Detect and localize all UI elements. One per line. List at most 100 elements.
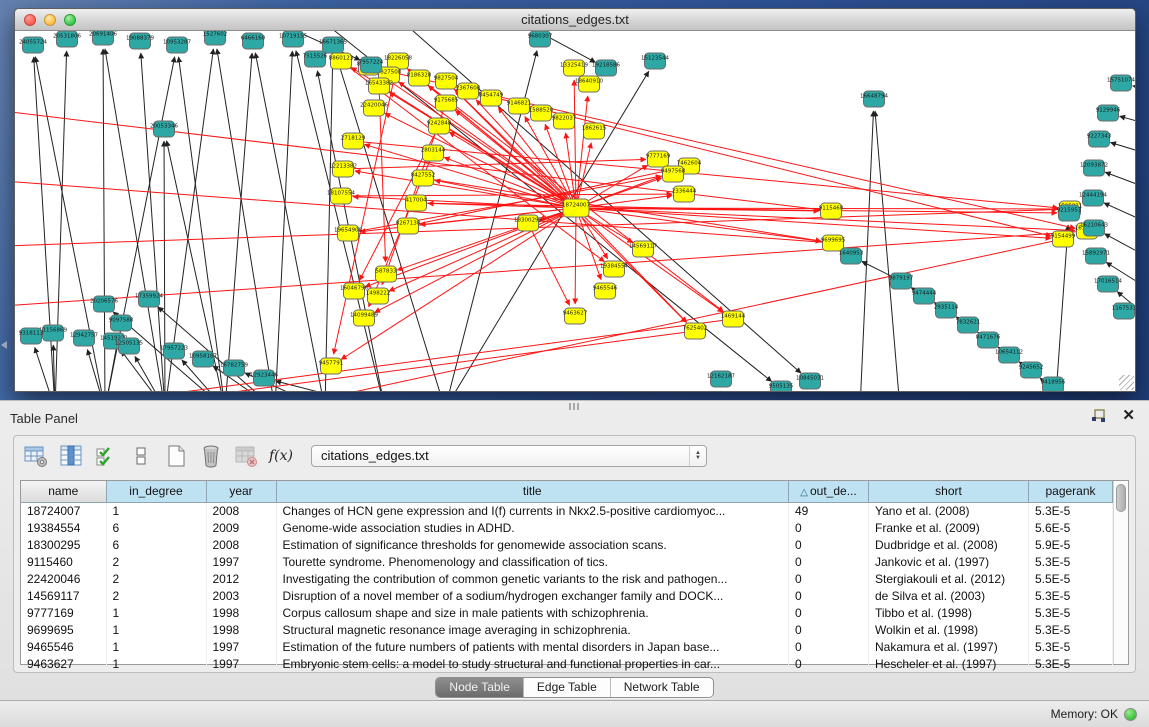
table-selector-dropdown[interactable]: citations_edges.txt ▲▼	[311, 445, 707, 467]
table-settings-icon[interactable]	[23, 443, 49, 469]
table-row[interactable]: 911546021997Tourette syndrome. Phenomeno…	[21, 553, 1113, 570]
edge[interactable]	[875, 111, 900, 391]
row-options-icon[interactable]	[128, 443, 154, 469]
graph-node[interactable]: 9227343	[1087, 131, 1112, 147]
graph-node[interactable]: 7957224	[359, 57, 384, 73]
graph-node[interactable]: 10719155	[279, 31, 307, 47]
edge[interactable]	[1104, 203, 1135, 226]
selected-edge[interactable]	[353, 141, 1058, 208]
graph-node[interactable]: 10958187	[189, 351, 217, 367]
selected-edge[interactable]	[574, 80, 576, 208]
table-vertical-scrollbar[interactable]	[1113, 481, 1128, 664]
selected-edge[interactable]	[575, 208, 576, 304]
graph-node-selected[interactable]: 9146821	[507, 98, 532, 114]
graph-node[interactable]: 15751074	[1107, 75, 1135, 91]
edge[interactable]	[217, 49, 275, 391]
close-window-button[interactable]	[24, 14, 36, 26]
edge[interactable]	[1105, 172, 1135, 191]
graph-node[interactable]: 16671365	[319, 37, 347, 53]
graph-node-selected[interactable]: 18107554	[327, 188, 355, 204]
graph-node[interactable]: 7515526	[303, 51, 328, 67]
edge[interactable]	[141, 53, 165, 391]
function-builder-icon[interactable]: f(x)	[268, 443, 294, 469]
graph-node-selected[interactable]: 9457791	[319, 358, 344, 374]
graph-node-selected[interactable]: 1588520	[529, 105, 554, 121]
graph-node[interactable]: 1640953	[839, 248, 864, 264]
graph-node[interactable]: 9505135	[769, 381, 794, 391]
graph-node-selected[interactable]: 18640910	[575, 76, 603, 92]
edge[interactable]	[87, 350, 105, 391]
graph-node[interactable]: 9215953	[1057, 205, 1082, 221]
graph-node[interactable]: 20053346	[150, 121, 178, 137]
tab-edge-table[interactable]: Edge Table	[523, 678, 610, 697]
edge[interactable]	[1105, 234, 1135, 261]
graph-node-selected[interactable]: 9154499	[1051, 231, 1076, 247]
graph-node-selected[interactable]: 8267130	[396, 218, 421, 234]
graph-node-selected[interactable]: 9822037	[552, 113, 577, 129]
graph-node-selected[interactable]: 9242848	[427, 118, 452, 134]
graph-node[interactable]: 12162187	[707, 371, 735, 387]
graph-node[interactable]: 6466160	[241, 33, 266, 49]
graph-node-selected[interactable]: 12213382	[329, 161, 357, 177]
graph-node[interactable]: 15123544	[641, 53, 669, 69]
table-row[interactable]: 2242004622012Investigating the contribut…	[21, 570, 1113, 587]
edge[interactable]	[179, 57, 225, 391]
graph-node[interactable]: 12093872	[1080, 160, 1108, 176]
collapse-side-panel-arrow[interactable]	[1, 341, 7, 349]
graph-node-selected[interactable]: 9463627	[563, 308, 588, 324]
graph-node[interactable]: 17016514	[1094, 276, 1122, 292]
graph-node[interactable]: 9474444	[912, 288, 937, 304]
graph-node[interactable]: 10654112	[995, 347, 1023, 363]
graph-node[interactable]: 10845031	[796, 373, 824, 389]
scrollbar-thumb[interactable]	[1116, 484, 1126, 512]
graph-node[interactable]: 9129946	[1096, 105, 1121, 121]
graph-node[interactable]: 9879197	[889, 273, 914, 289]
column-header-short[interactable]: short	[869, 481, 1029, 502]
table-row[interactable]: 969969511998Structural magnetic resonanc…	[21, 621, 1113, 638]
graph-node[interactable]: 8471676	[976, 332, 1001, 348]
graph-node[interactable]: 9318113	[19, 328, 44, 344]
graph-node-selected[interactable]: 9777169	[646, 151, 671, 167]
graph-node-selected[interactable]: 9497568	[661, 166, 686, 182]
graph-node-selected[interactable]: 16543382	[365, 78, 393, 94]
graph-node[interactable]: 24055724	[19, 37, 47, 53]
graph-node[interactable]: 17957223	[160, 343, 188, 359]
edge[interactable]	[135, 356, 165, 391]
graph-node-selected[interactable]: 14099489	[350, 310, 378, 326]
window-resize-grip[interactable]	[1119, 375, 1134, 390]
memory-ok-indicator[interactable]	[1124, 708, 1137, 721]
graph-node[interactable]: 15892971	[1082, 248, 1110, 264]
graph-node-selected[interactable]: 16046796	[340, 283, 368, 299]
graph-node[interactable]: 1167533	[1112, 303, 1135, 319]
graph-node[interactable]: 12444194	[1079, 190, 1107, 206]
table-row[interactable]: 946362711997Embryonic stem cells: a mode…	[21, 655, 1113, 672]
panel-splitter-grip[interactable]	[569, 403, 581, 410]
graph-node-selected[interactable]: 2367608	[456, 83, 481, 99]
selected-edge[interactable]	[15, 181, 833, 243]
graph-node-selected[interactable]: 8427552	[411, 170, 436, 186]
graph-node-selected[interactable]: 587833	[376, 266, 397, 282]
network-window-titlebar[interactable]: citations_edges.txt	[15, 9, 1135, 31]
graph-node-selected[interactable]: 19384554	[600, 261, 628, 277]
graph-node[interactable]: 9245652	[1019, 362, 1044, 378]
float-panel-icon[interactable]	[1091, 409, 1106, 423]
minimize-window-button[interactable]	[44, 14, 56, 26]
selected-edge[interactable]	[528, 223, 570, 305]
column-header-out_degree[interactable]: △out_de...	[789, 481, 869, 502]
graph-node-selected[interactable]: 18300295	[514, 215, 542, 231]
graph-node-selected[interactable]: 8860123	[329, 53, 354, 69]
graph-node[interactable]: 7832621	[956, 317, 981, 333]
graph-node[interactable]: 20206576	[90, 296, 118, 312]
column-header-title[interactable]: title	[276, 481, 789, 502]
graph-node-selected[interactable]: 13325419	[560, 60, 588, 76]
column-header-pagerank[interactable]: pagerank	[1029, 481, 1113, 502]
graph-node-selected[interactable]: 22420046	[360, 100, 388, 116]
edge[interactable]	[275, 51, 292, 391]
edge[interactable]	[1133, 86, 1135, 91]
graph-node-selected[interactable]: 14569117	[629, 241, 657, 257]
tab-network-table[interactable]: Network Table	[610, 678, 713, 697]
graph-node[interactable]: 19088379	[126, 33, 154, 49]
edge[interactable]	[1110, 142, 1135, 156]
zoom-window-button[interactable]	[64, 14, 76, 26]
delete-column-icon[interactable]	[198, 443, 224, 469]
